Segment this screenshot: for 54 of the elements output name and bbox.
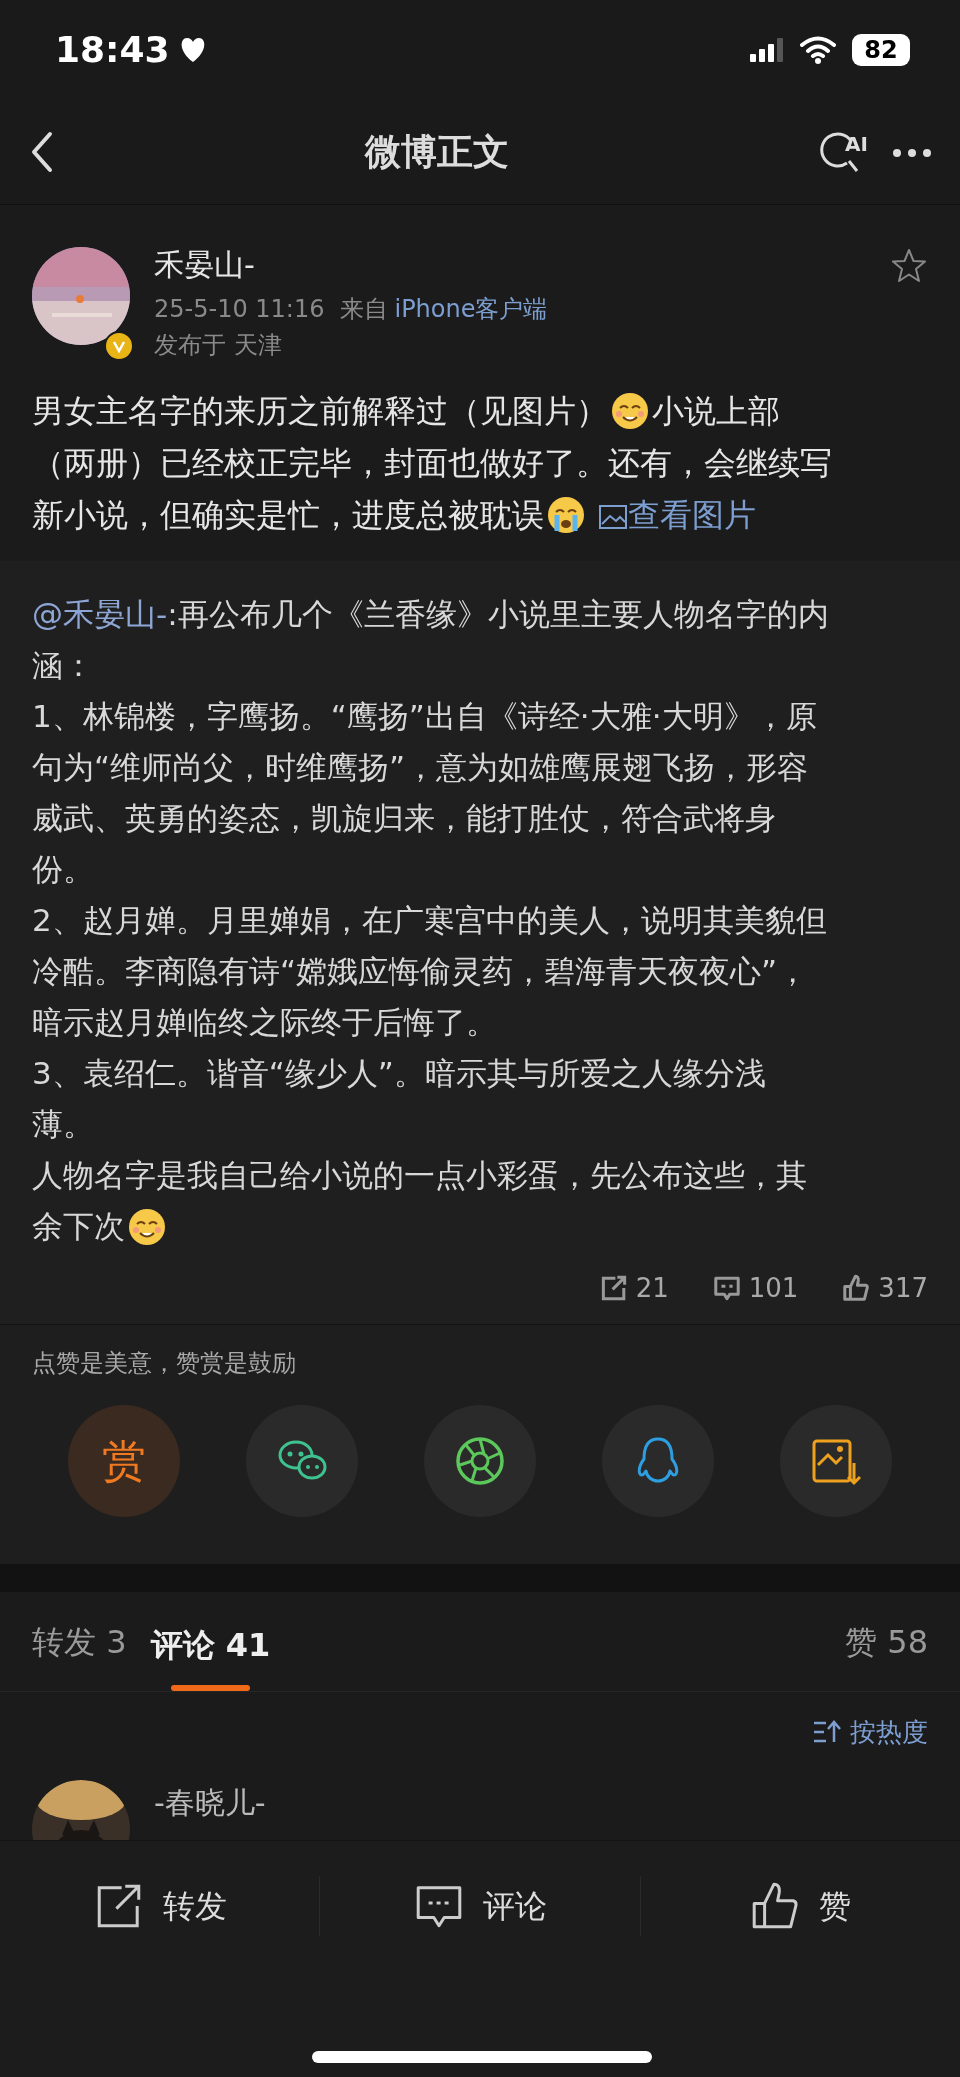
sort-button[interactable]: 按热度 <box>812 1712 928 1752</box>
source-label: 来自 <box>340 295 389 323</box>
likes-tab[interactable]: 赞 58 <box>845 1617 928 1666</box>
ai-label: AI <box>845 131 868 158</box>
reward-hint: 点赞是美意，赞赏是鼓励 <box>32 1348 297 1379</box>
thumbs-up-icon <box>842 1274 871 1302</box>
wifi-icon <box>800 36 836 64</box>
quote-text: 薄。 <box>32 1105 94 1144</box>
stat-like-button[interactable]: 317 <box>842 1268 928 1308</box>
quote-text: 份。 <box>32 850 94 889</box>
source-link[interactable]: iPhone客户端 <box>394 295 548 323</box>
quote-text: :再公布几个《兰香缘》小说里主要人物名字的内 <box>167 595 829 634</box>
post-text: 新小说，但确实是忙，进度总被耽误 <box>32 494 544 536</box>
quote-text: 涵： <box>32 646 94 685</box>
favorite-button[interactable] <box>890 247 928 285</box>
comments-tab[interactable]: 评论 41 <box>150 1620 271 1691</box>
stat-repost-button[interactable]: 21 <box>599 1268 669 1308</box>
comments-tab[interactable]: 转发 3 <box>32 1592 127 1691</box>
post-text: 小说上部 <box>652 390 780 432</box>
comment-action-button[interactable]: 评论 <box>320 1841 640 1971</box>
post-text: （两册）已经校正完毕，封面也做好了。还有，会继续写 <box>32 442 832 484</box>
post-text: 男女主名字的来历之前解释过（见图片） <box>32 390 608 432</box>
quote-text: 冷酷。李商隐有诗“嫦娥应悔偷灵药，碧海青天夜夜心”， <box>32 952 809 991</box>
aperture-icon <box>454 1435 506 1487</box>
comment-icon <box>712 1274 741 1302</box>
quote-text: 句为“维师尚父，时维鹰扬”，意为如雄鹰展翅飞扬，形容 <box>32 748 809 787</box>
author-name[interactable]: 禾晏山- <box>154 247 866 283</box>
quote-text: 威武、英勇的姿态，凯旋归来，能打胜仗，符合武将身 <box>32 799 776 838</box>
smile-emoji-icon <box>610 391 650 431</box>
status-time: 18:43 <box>55 28 170 72</box>
post-location: 发布于 天津 <box>154 330 283 361</box>
like-action-button[interactable]: 赞 <box>640 1841 960 1971</box>
stat-comment-button[interactable]: 101 <box>712 1268 799 1308</box>
repost-icon <box>599 1274 628 1302</box>
view-images-link[interactable]: 查看图片 <box>598 488 756 542</box>
repost-action-button[interactable]: 转发 <box>0 1841 320 1971</box>
quote-text: 人物名字是我自己给小说的一点小彩蛋，先公布这些，其 <box>32 1156 807 1195</box>
battery-indicator: 82 <box>852 34 910 66</box>
quote-text: 3、袁绍仁。谐音“缘少人”。暗示其与所爱之人缘分浅 <box>32 1054 766 1093</box>
star-icon <box>890 247 928 285</box>
quote-text: 余下次 <box>32 1207 125 1246</box>
ai-search-button[interactable]: AI <box>817 129 868 175</box>
crying-emoji-icon <box>546 495 586 535</box>
mention-link[interactable]: @禾晏山- <box>32 589 168 640</box>
more-icon <box>892 146 932 159</box>
signal-icon <box>750 38 784 62</box>
commenter-name[interactable]: -春晓儿- <box>154 1780 266 1840</box>
quote-text: 2、赵月婵。月里婵娟，在广寒宫中的美人，说明其美貌但 <box>32 901 827 940</box>
smile-emoji-icon <box>127 1206 167 1247</box>
page-title: 微博正文 <box>364 130 509 174</box>
quote-text: 1、林锦楼，字鹰扬。“鹰扬”出自《诗经·大雅·大明》，原 <box>32 697 817 736</box>
post-time: 25-5-10 11:16 <box>154 294 325 325</box>
reward-button[interactable]: 赏 <box>68 1405 180 1517</box>
quote-text: 暗示赵月婵临终之际终于后悔了。 <box>32 1003 497 1042</box>
